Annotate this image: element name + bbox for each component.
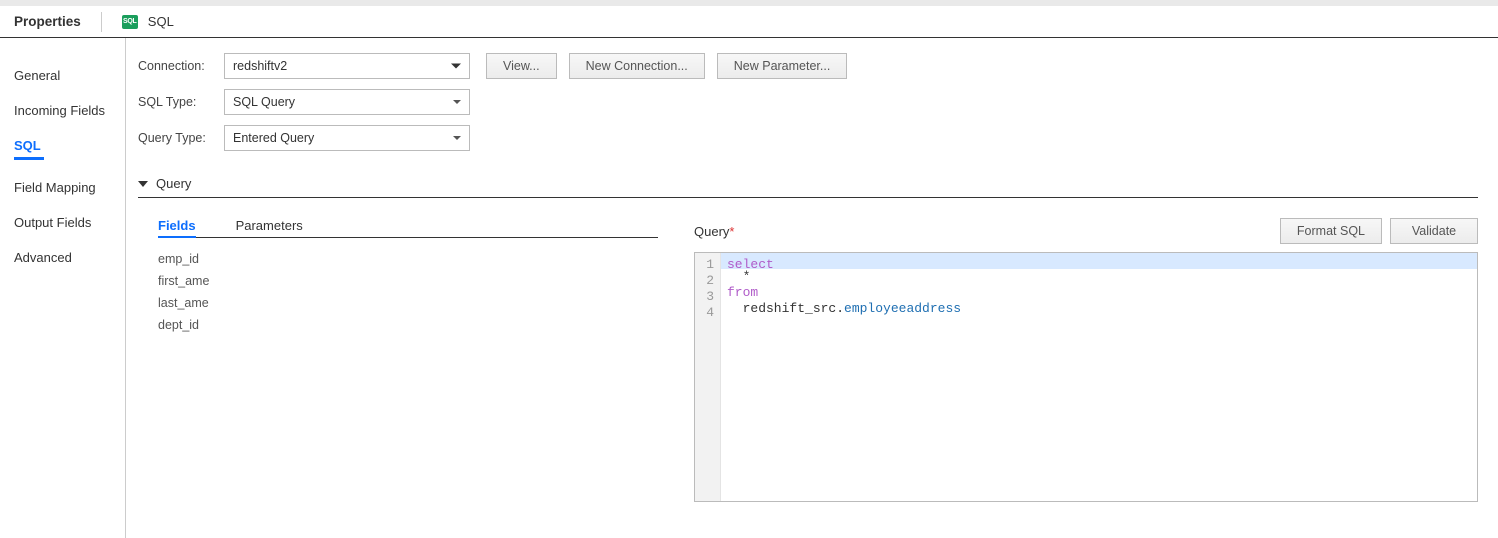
topbar-divider	[101, 12, 102, 32]
side-tab-label: SQL	[14, 138, 41, 153]
side-tab-general[interactable]: General	[0, 58, 125, 93]
line-number: 2	[695, 273, 714, 289]
side-tab-label: General	[14, 68, 60, 83]
side-tab-sql[interactable]: SQL	[0, 128, 125, 170]
side-tab-output-fields[interactable]: Output Fields	[0, 205, 125, 240]
side-tab-label: Field Mapping	[14, 180, 96, 195]
sql-type-value: SQL Query	[233, 95, 295, 109]
side-tab-label: Incoming Fields	[14, 103, 105, 118]
properties-title: Properties	[14, 14, 81, 29]
tab-fields[interactable]: Fields	[158, 218, 196, 233]
chevron-down-icon	[451, 64, 461, 69]
query-section-toggle[interactable]: Query	[138, 176, 1478, 198]
query-title: Query	[694, 224, 729, 239]
code-area[interactable]: select * from redshift_src.employeeaddre…	[721, 253, 1477, 501]
side-tabs: General Incoming Fields SQL Field Mappin…	[0, 38, 126, 538]
new-parameter-button[interactable]: New Parameter...	[717, 53, 848, 79]
list-item[interactable]: dept_id	[158, 314, 658, 336]
code-token: *	[727, 269, 750, 284]
validate-button[interactable]: Validate	[1390, 218, 1478, 244]
view-button[interactable]: View...	[486, 53, 557, 79]
line-number: 1	[695, 257, 714, 273]
code-token: employeeaddress	[844, 301, 961, 316]
side-tab-field-mapping[interactable]: Field Mapping	[0, 170, 125, 205]
query-type-value: Entered Query	[233, 131, 314, 145]
line-gutter: 1 2 3 4	[695, 253, 721, 501]
connection-value: redshiftv2	[233, 59, 287, 73]
required-indicator: *	[729, 224, 734, 239]
top-bar: Properties SQL SQL	[0, 0, 1498, 38]
tab-parameters[interactable]: Parameters	[236, 218, 303, 233]
chevron-down-icon	[453, 100, 461, 104]
side-tab-label: Output Fields	[14, 215, 91, 230]
query-type-select[interactable]: Entered Query	[224, 125, 470, 151]
sql-label: SQL	[148, 14, 174, 29]
code-token: redshift_src.	[727, 301, 844, 316]
chevron-down-icon	[453, 136, 461, 140]
side-tab-incoming-fields[interactable]: Incoming Fields	[0, 93, 125, 128]
new-connection-button[interactable]: New Connection...	[569, 53, 705, 79]
connection-select[interactable]: redshiftv2	[224, 53, 470, 79]
query-section-label: Query	[156, 176, 191, 191]
side-tab-label: Advanced	[14, 250, 72, 265]
line-number: 4	[695, 305, 714, 321]
side-tab-advanced[interactable]: Advanced	[0, 240, 125, 275]
sql-icon: SQL	[122, 15, 138, 29]
code-token: from	[727, 285, 758, 300]
fields-panel: Fields Parameters emp_id first_ame last_…	[138, 218, 658, 502]
field-list: emp_id first_ame last_ame dept_id	[158, 248, 658, 336]
sql-type-label: SQL Type:	[138, 95, 224, 109]
query-type-label: Query Type:	[138, 131, 224, 145]
connection-label: Connection:	[138, 59, 224, 73]
chevron-down-icon	[138, 181, 148, 187]
sql-editor[interactable]: 1 2 3 4 select * from redshift_src.emplo…	[694, 252, 1478, 502]
query-panel: Query* Format SQL Validate 1 2 3 4 selec…	[694, 218, 1478, 502]
list-item[interactable]: last_ame	[158, 292, 658, 314]
content-panel: Connection: redshiftv2 View... New Conne…	[126, 38, 1498, 538]
list-item[interactable]: emp_id	[158, 248, 658, 270]
list-item[interactable]: first_ame	[158, 270, 658, 292]
line-number: 3	[695, 289, 714, 305]
sql-type-select[interactable]: SQL Query	[224, 89, 470, 115]
format-sql-button[interactable]: Format SQL	[1280, 218, 1382, 244]
